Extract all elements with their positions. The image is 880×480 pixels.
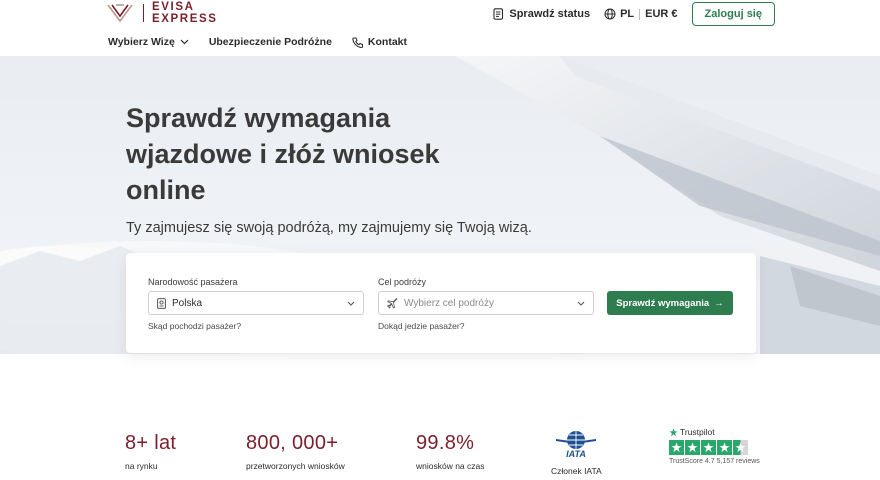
cta-label: Sprawdź wymagania [616, 297, 710, 309]
stat-value: 800, 000+ [246, 432, 339, 454]
header-actions: Sprawdź status PL EUR € Zaloguj się [493, 2, 775, 26]
nav-item-contact[interactable]: Kontakt [352, 36, 407, 48]
star-icon [669, 440, 684, 455]
stat-on-time: 99.8% wniosków na czas [416, 432, 485, 471]
logo-mark-icon [107, 4, 133, 22]
star-icon [701, 440, 716, 455]
document-icon [493, 8, 504, 20]
chevron-down-icon [180, 39, 189, 45]
nav-item-label: Ubezpieczenie Podróżne [208, 36, 332, 48]
nav-item-choose-visa[interactable]: Wybierz Wizę [108, 36, 189, 48]
hero-subtitle: Ty zajmujesz się swoją podróżą, my zajmu… [126, 220, 532, 236]
nav-item-insurance[interactable]: Ubezpieczenie Podróżne [209, 36, 332, 48]
star-icon [733, 440, 748, 455]
star-icon [685, 440, 700, 455]
stat-label: przetworzonych wniosków [246, 461, 345, 471]
brand-line2: EXPRESS [152, 13, 218, 25]
nationality-helper: Skąd pochodzi pasażer? [148, 321, 242, 331]
brand-line1: EVISA [152, 1, 195, 13]
nav-item-label: Wybierz Wizę [108, 36, 175, 48]
stat-value: 8+ lat [125, 432, 177, 454]
nationality-label: Narodowość pasażera [148, 277, 238, 287]
destination-helper: Dokąd jedzie pasażer? [378, 321, 465, 331]
airplane-icon [387, 297, 398, 309]
iata-logo: IATA [556, 431, 596, 459]
brand-wordmark: EVISA EXPRESS [152, 1, 218, 25]
destination-label: Cel podróży [378, 277, 427, 287]
check-requirements-button[interactable]: Sprawdź wymagania → [607, 291, 733, 315]
stat-value: 99.8% [416, 432, 475, 454]
check-status-label: Sprawdź status [509, 8, 591, 20]
language-currency-selector[interactable]: PL EUR € [604, 8, 678, 20]
iata-badge: IATA Członek IATA [551, 430, 602, 476]
star-icon [669, 427, 678, 436]
trustpilot-name: Trustpilot [680, 427, 715, 437]
chevron-down-icon [577, 301, 585, 306]
hero-title: Sprawdź wymagania wjazdowe i złóż wniose… [126, 103, 440, 205]
nationality-select[interactable]: Polska [148, 291, 364, 315]
stat-years: 8+ lat na rynku [125, 432, 176, 471]
currency-label: EUR € [645, 8, 678, 20]
visa-search-card: Narodowość pasażera Polska Skąd pochodzi… [126, 253, 756, 353]
stat-label: wniosków na czas [416, 461, 485, 471]
logo-divider [143, 4, 144, 22]
passport-icon [157, 297, 166, 309]
stat-applications: 800, 000+ przetworzonych wniosków [246, 432, 345, 471]
star-icon [717, 440, 732, 455]
svg-text:IATA: IATA [566, 449, 586, 458]
language-label: PL [620, 8, 635, 20]
main-nav: Wybierz Wizę Ubezpieczenie Podróżne Kont… [108, 36, 427, 48]
trustpilot-brand: Trustpilot [669, 427, 760, 437]
trustpilot-stars [669, 440, 760, 455]
nav-item-label: Kontakt [367, 36, 408, 48]
iata-label: Członek IATA [551, 466, 602, 476]
login-button[interactable]: Zaloguj się [691, 2, 775, 26]
check-status-link[interactable]: Sprawdź status [493, 8, 590, 20]
nationality-value: Polska [172, 297, 203, 309]
trustpilot-score: TrustScore 4.7 5,157 reviews [669, 458, 760, 465]
chevron-down-icon [347, 301, 355, 306]
globe-icon [604, 8, 616, 20]
arrow-right-icon: → [714, 297, 724, 309]
brand-logo[interactable]: EVISA EXPRESS [107, 1, 218, 25]
site-header: EVISA EXPRESS Sprawdź status PL EUR € Za… [0, 0, 880, 56]
destination-select[interactable]: Wybierz cel podróży [378, 291, 594, 315]
stat-label: na rynku [125, 461, 158, 471]
destination-placeholder: Wybierz cel podróży [404, 297, 494, 309]
lang-divider [639, 8, 641, 20]
phone-icon [352, 37, 363, 48]
trustpilot-widget[interactable]: Trustpilot TrustScore 4.7 5,157 reviews [669, 427, 760, 465]
